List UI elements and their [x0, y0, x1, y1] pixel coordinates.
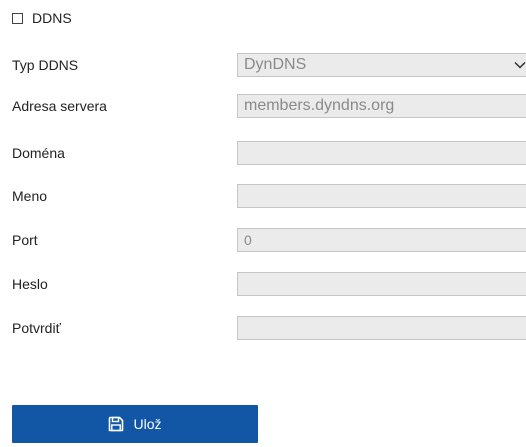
server-address-label: Adresa servera [12, 98, 107, 114]
port-row: Port [0, 228, 526, 254]
username-label: Meno [12, 188, 48, 204]
domain-row: Doména [0, 141, 526, 167]
server-address-row: Adresa servera [0, 94, 526, 120]
confirm-password-row: Potvrdiť [0, 316, 526, 342]
port-input[interactable] [237, 228, 526, 252]
domain-input[interactable] [237, 141, 526, 165]
confirm-password-label: Potvrdiť [12, 320, 61, 336]
server-address-input[interactable] [237, 94, 526, 118]
password-row: Heslo [0, 272, 526, 298]
ddns-enable-label: DDNS [32, 10, 72, 26]
save-button[interactable]: Ulož [12, 405, 258, 443]
ddns-settings-page: DDNS Typ DDNS DynDNS Adresa servera Domé… [0, 0, 526, 447]
ddns-type-select[interactable]: DynDNS [237, 53, 526, 77]
save-button-label: Ulož [133, 416, 162, 432]
username-row: Meno [0, 184, 526, 210]
ddns-type-value: DynDNS [244, 56, 307, 73]
username-input[interactable] [237, 184, 526, 208]
ddns-type-row: Typ DDNS DynDNS [0, 53, 526, 79]
domain-label: Doména [12, 145, 65, 161]
save-icon [109, 416, 124, 432]
chevron-down-icon [514, 61, 526, 69]
password-input[interactable] [237, 272, 526, 296]
port-label: Port [12, 232, 38, 248]
ddns-type-label: Typ DDNS [12, 57, 79, 73]
confirm-password-input[interactable] [237, 316, 526, 340]
ddns-enable-row: DDNS [12, 9, 72, 27]
ddns-enable-checkbox[interactable] [12, 12, 23, 24]
password-label: Heslo [12, 276, 48, 292]
